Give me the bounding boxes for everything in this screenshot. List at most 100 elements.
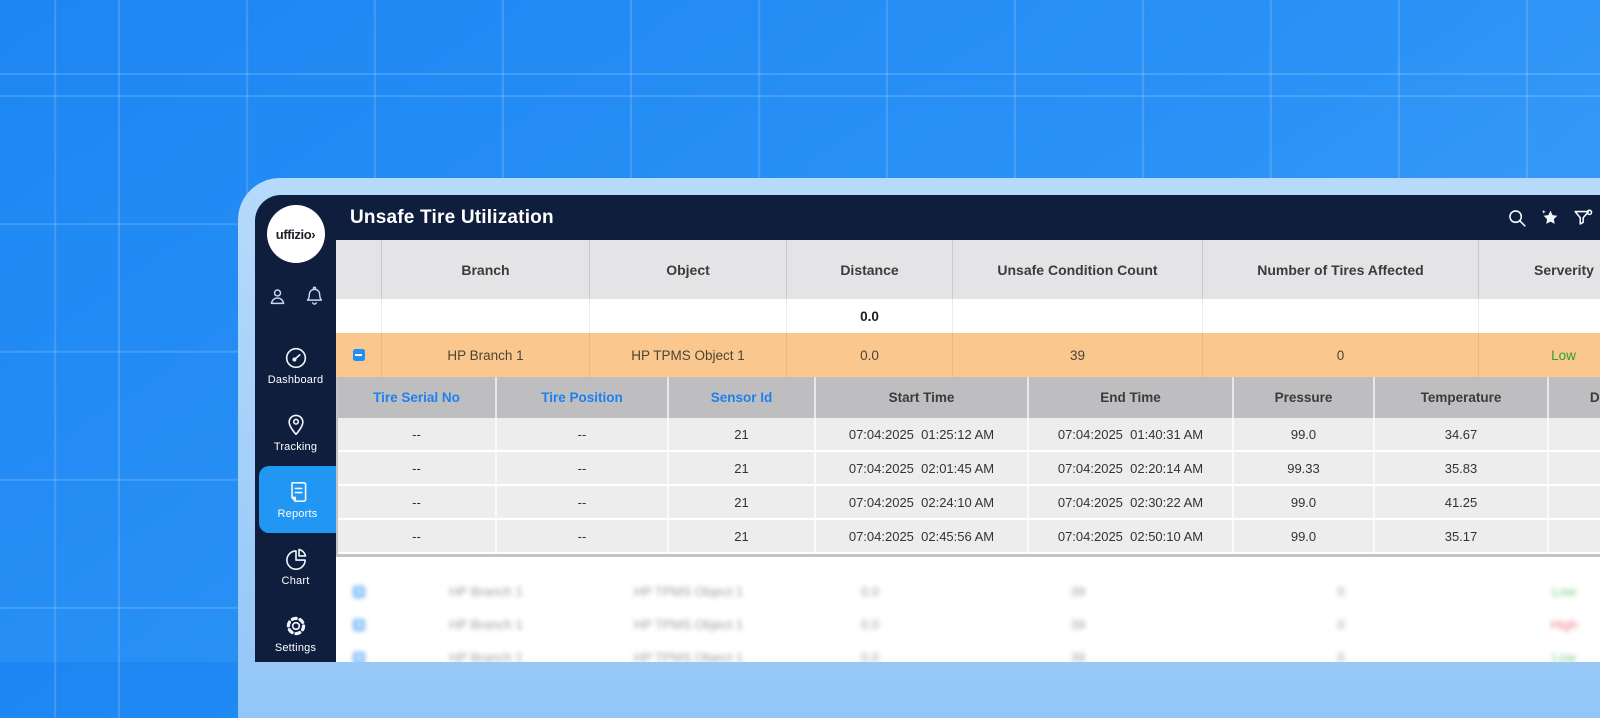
sidebar-item-dashboard[interactable]: Dashboard — [255, 332, 336, 399]
sidebar-item-label: Chart — [282, 575, 310, 587]
expand-button[interactable] — [353, 652, 365, 663]
sensor-id-cell: 21 — [669, 418, 816, 452]
col-number-of-tires-affected: Number of Tires Affected — [1203, 240, 1479, 299]
user-icon[interactable] — [266, 285, 289, 308]
severity-cell: Low — [1479, 333, 1600, 377]
sidebar-item-label: Reports — [278, 508, 318, 520]
end-time-cell: 07:04:2025 02:20:14 AM — [1029, 452, 1234, 486]
object-cell: HP TPMS Object 1 — [590, 575, 787, 608]
tire-subtable-row[interactable]: ----2107:04:2025 01:25:12 AM07:04:2025 0… — [338, 418, 1600, 452]
col-tire-position[interactable]: Tire Position — [497, 377, 669, 418]
col-branch: Branch — [382, 240, 590, 299]
col-temperature: Temperature — [1375, 377, 1549, 418]
distance-cell: 0.0 — [1549, 486, 1600, 520]
tires-affected-cell: 0 — [1203, 575, 1479, 608]
summary-severity-cell — [1479, 299, 1600, 333]
app-window: uffizio› Dashboard — [255, 195, 1600, 662]
report-table-row-collapsed[interactable]: HP Branch 1HP TPMS Object 10.0390High — [336, 608, 1600, 641]
end-time-cell: 07:04:2025 01:40:31 AM — [1029, 418, 1234, 452]
sidebar-item-tracking[interactable]: Tracking — [255, 399, 336, 466]
sidebar-item-reports[interactable]: Reports — [259, 466, 336, 533]
tires-affected-cell: 0 — [1203, 608, 1479, 641]
col-expander — [336, 240, 382, 299]
object-cell: HP TPMS Object 1 — [590, 333, 787, 377]
filter-icon[interactable] — [1572, 207, 1594, 229]
summary-row: 0.0 — [336, 299, 1600, 333]
col-end-time: End Time — [1029, 377, 1234, 418]
severity-cell: High — [1479, 608, 1600, 641]
tracking-pin-icon — [283, 412, 309, 438]
col-tire-serial-no[interactable]: Tire Serial No — [338, 377, 497, 418]
severity-cell: Low — [1479, 641, 1600, 662]
branch-cell: HP Branch 1 — [382, 333, 590, 377]
object-cell: HP TPMS Object 1 — [590, 608, 787, 641]
expander-cell — [336, 641, 382, 662]
tire-subtable-row[interactable]: ----2107:04:2025 02:45:56 AM07:04:2025 0… — [338, 520, 1600, 554]
uffizio-logo[interactable]: uffizio› — [267, 205, 325, 263]
reports-document-icon — [285, 479, 311, 505]
sidebar-item-label: Dashboard — [268, 374, 324, 386]
report-table-row-expanded[interactable]: HP Branch 1 HP TPMS Object 1 0.0 39 0 Lo… — [336, 333, 1600, 377]
unsafe-condition-count-cell: 39 — [953, 608, 1203, 641]
sidebar-item-settings[interactable]: Settings — [255, 600, 336, 662]
titlebar-actions — [1506, 195, 1600, 240]
titlebar: Unsafe Tire Utilization — [336, 195, 1600, 240]
pressure-cell: 99.0 — [1234, 418, 1375, 452]
distance-cell: 0.0 — [787, 608, 953, 641]
search-icon[interactable] — [1506, 207, 1528, 229]
tire-serial-cell: -- — [338, 418, 497, 452]
sidebar-item-chart[interactable]: Chart — [255, 533, 336, 600]
branch-cell: HP Branch 1 — [382, 641, 590, 662]
sidebar-menu: Dashboard Tracking Reports — [255, 332, 336, 662]
branch-cell: HP Branch 1 — [382, 608, 590, 641]
summary-tires-cell — [1203, 299, 1479, 333]
favorite-star-icon[interactable] — [1539, 207, 1561, 229]
tire-subtable-row[interactable]: ----2107:04:2025 02:24:10 AM07:04:2025 0… — [338, 486, 1600, 520]
tire-subtable-header: Tire Serial No Tire Position Sensor Id S… — [338, 377, 1600, 418]
col-sub-distance: Distance — [1549, 377, 1600, 418]
distance-cell: 0.0 — [787, 333, 953, 377]
start-time-cell: 07:04:2025 02:24:10 AM — [816, 486, 1029, 520]
sensor-id-cell: 21 — [669, 452, 816, 486]
logo-text: uffizio› — [276, 227, 315, 242]
col-sensor-id[interactable]: Sensor Id — [669, 377, 816, 418]
sidebar-item-label: Settings — [275, 642, 316, 654]
pressure-cell: 99.0 — [1234, 486, 1375, 520]
collapse-button[interactable] — [353, 349, 365, 361]
report-table-row-collapsed[interactable]: HP Branch 1HP TPMS Object 10.0390Low — [336, 641, 1600, 662]
expander-cell — [336, 333, 382, 377]
tire-subtable-body: ----2107:04:2025 01:25:12 AM07:04:2025 0… — [338, 418, 1600, 554]
summary-count-cell — [953, 299, 1203, 333]
sensor-id-cell: 21 — [669, 520, 816, 554]
pressure-cell: 99.33 — [1234, 452, 1375, 486]
content-area: Unsafe Tire Utilization — [336, 195, 1600, 662]
distance-cell: 0.0 — [787, 641, 953, 662]
expand-button[interactable] — [353, 619, 365, 631]
tires-affected-cell: 0 — [1203, 641, 1479, 662]
tire-position-cell: -- — [497, 452, 669, 486]
notifications-bell-icon[interactable] — [303, 285, 326, 308]
report-area: Branch Object Distance Unsafe Condition … — [336, 240, 1600, 662]
end-time-cell: 07:04:2025 02:30:22 AM — [1029, 486, 1234, 520]
start-time-cell: 07:04:2025 02:45:56 AM — [816, 520, 1029, 554]
tire-serial-cell: -- — [338, 452, 497, 486]
unsafe-condition-count-cell: 39 — [953, 575, 1203, 608]
tire-subtable: Tire Serial No Tire Position Sensor Id S… — [336, 377, 1600, 557]
col-unsafe-condition-count: Unsafe Condition Count — [953, 240, 1203, 299]
summary-branch-cell — [382, 299, 590, 333]
tire-subtable-row[interactable]: ----2107:04:2025 02:01:45 AM07:04:2025 0… — [338, 452, 1600, 486]
summary-expander-cell — [336, 299, 382, 333]
tires-affected-cell: 0 — [1203, 333, 1479, 377]
report-table-row-collapsed[interactable]: HP Branch 1HP TPMS Object 10.0390Low — [336, 575, 1600, 608]
col-severity: Serverity — [1479, 240, 1600, 299]
col-distance: Distance — [787, 240, 953, 299]
dashboard-speedometer-icon — [283, 345, 309, 371]
distance-cell: 0.0 — [1549, 452, 1600, 486]
sensor-id-cell: 21 — [669, 486, 816, 520]
distance-cell: 0.0 — [1549, 418, 1600, 452]
expand-button[interactable] — [353, 586, 365, 598]
sidebar: uffizio› Dashboard — [255, 195, 336, 662]
temperature-cell: 34.67 — [1375, 418, 1549, 452]
expander-cell — [336, 608, 382, 641]
col-pressure: Pressure — [1234, 377, 1375, 418]
